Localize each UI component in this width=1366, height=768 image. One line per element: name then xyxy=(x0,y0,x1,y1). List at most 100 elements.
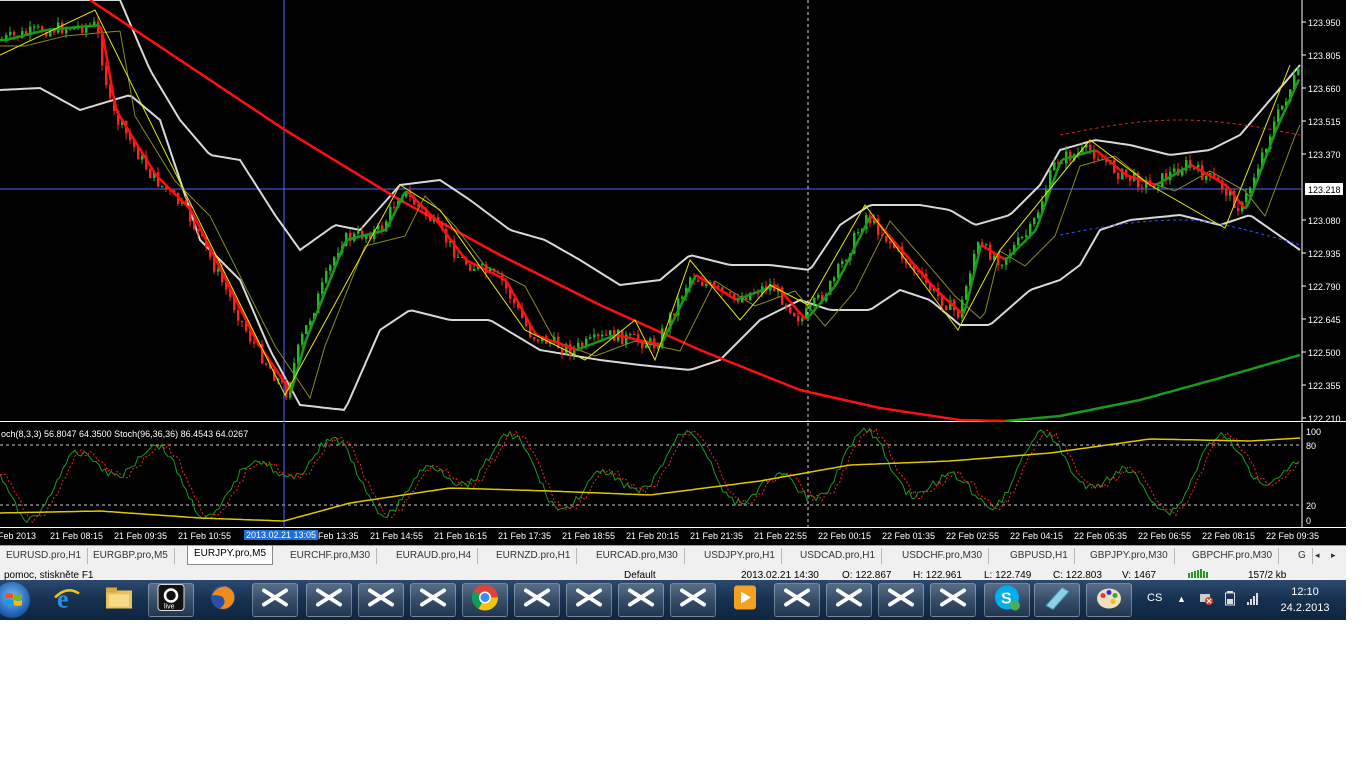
paint-taskbar-button[interactable] xyxy=(1086,583,1132,617)
candle-body xyxy=(325,270,328,283)
chart-tab[interactable]: EURAUD.pro,H4 xyxy=(390,548,479,564)
chart-tab[interactable]: EURUSD.pro,H1 xyxy=(0,548,89,564)
show-hidden-icons-icon[interactable]: ▲ xyxy=(1177,594,1186,604)
xtrade-icon xyxy=(939,587,967,614)
chart-tab[interactable]: G xyxy=(1292,548,1313,564)
chart-tab[interactable]: EURNZD.pro,H1 xyxy=(490,548,578,564)
chart-tab[interactable]: GBPJPY.pro,M30 xyxy=(1084,548,1175,564)
fast-ma-segment xyxy=(1220,181,1225,185)
fast-ma-segment xyxy=(130,135,137,142)
candle-body xyxy=(457,256,460,258)
xtrade-taskbar-button[interactable] xyxy=(358,583,404,617)
xtrade-taskbar-button[interactable] xyxy=(878,583,924,617)
fast-ma-segment xyxy=(617,334,622,338)
internet-explorer-taskbar-button[interactable]: e xyxy=(44,583,90,617)
fast-ma-segment xyxy=(497,274,502,279)
candle-body xyxy=(1089,144,1092,150)
chart-tab[interactable]: EURGBP.pro,M5 xyxy=(87,548,175,564)
fast-ma-segment xyxy=(500,276,505,281)
xtrade-taskbar-button[interactable] xyxy=(826,583,872,617)
time-label: 22 Feb 02:55 xyxy=(946,531,1000,541)
current-price-label: 123.218 xyxy=(1308,185,1341,195)
media-player-taskbar-button[interactable] xyxy=(722,583,768,617)
xtrade-taskbar-button[interactable] xyxy=(670,583,716,617)
xtrade-taskbar-button[interactable] xyxy=(774,583,820,617)
xtrade-taskbar-button[interactable] xyxy=(306,583,352,617)
xtrade-icon xyxy=(367,587,395,614)
chart-tab[interactable]: EURCAD.pro,M30 xyxy=(590,548,685,564)
fast-ma-segment xyxy=(319,294,326,303)
fast-ma-segment xyxy=(17,35,22,39)
fast-ma-segment xyxy=(722,290,727,295)
xtrade-taskbar-button[interactable] xyxy=(514,583,560,617)
chart-tabs: ◂ ▸ EURUSD.pro,H1 EURGBP.pro,M5 EURJPY.pro… xyxy=(0,545,1346,566)
candle-body xyxy=(793,313,796,317)
fast-ma-segment xyxy=(620,334,625,338)
fast-ma-segment xyxy=(596,339,601,344)
candle-body xyxy=(1117,172,1120,179)
fast-ma-segment xyxy=(337,249,344,258)
chart-tab[interactable]: EURCHF.pro,M30 xyxy=(284,548,378,564)
xtrade-taskbar-button[interactable] xyxy=(566,583,612,617)
chart-tab[interactable]: GBPUSD,H1 xyxy=(1004,548,1075,564)
fast-ma-segment xyxy=(626,336,631,340)
fast-ma-segment xyxy=(749,292,754,296)
tab-scroll-right-icon[interactable]: ▸ xyxy=(1331,550,1336,561)
price-chart[interactable]: 123.950 123.805 123.660 123.515 123.370 123.2… xyxy=(0,0,1346,422)
fast-ma-segment xyxy=(514,297,521,305)
time-label: 21 Feb 17:35 xyxy=(498,531,552,541)
chrome-taskbar-button[interactable] xyxy=(462,583,508,617)
notepad-taskbar-button[interactable] xyxy=(1034,583,1080,617)
fast-ma-segment xyxy=(1067,155,1072,160)
time-label: Feb 2013 xyxy=(0,531,37,541)
fast-ma-segment xyxy=(1127,174,1132,178)
network-disconnected-icon[interactable] xyxy=(1198,590,1214,609)
fast-ma-segment xyxy=(545,337,550,342)
live-taskbar-button[interactable]: live xyxy=(148,583,194,617)
chart-tab[interactable]: USDCAD.pro,H1 xyxy=(794,548,883,564)
candle-body xyxy=(69,29,72,31)
fast-ma-segment xyxy=(485,268,490,273)
skype-taskbar-button[interactable]: S xyxy=(984,583,1030,617)
fast-ma-segment xyxy=(526,319,533,327)
xtrade-taskbar-button[interactable] xyxy=(618,583,664,617)
fast-ma-segment xyxy=(298,350,305,362)
candle-body xyxy=(569,344,572,356)
battery-icon[interactable] xyxy=(1224,590,1236,609)
fast-ma-segment xyxy=(8,37,13,41)
fast-ma-segment xyxy=(1208,174,1213,179)
candle-body xyxy=(1025,235,1028,237)
chart-tab[interactable]: USDJPY.pro,H1 xyxy=(698,548,782,564)
stochastic-chart[interactable]: 100 80 20 0 och(8,3,3) 56.8047 64.3500 Stoch… xyxy=(0,423,1346,528)
fast-ma-segment xyxy=(365,233,370,237)
fast-ma-segment xyxy=(719,288,724,293)
fast-ma-segment xyxy=(440,225,445,232)
candle-body xyxy=(697,280,700,282)
fast-ma-segment xyxy=(908,257,913,263)
start-button[interactable] xyxy=(0,582,30,618)
fast-ma-segment xyxy=(791,302,796,308)
xtrade-taskbar-button[interactable] xyxy=(252,583,298,617)
fast-ma-segment xyxy=(551,339,556,344)
fast-ma-segment xyxy=(638,338,643,342)
system-clock[interactable]: 12:10 24.2.2013 xyxy=(1270,584,1340,616)
chart-tab[interactable]: GBPCHF.pro,M30 xyxy=(1186,548,1280,564)
firefox-taskbar-button[interactable] xyxy=(200,583,246,617)
xtrade-taskbar-button[interactable] xyxy=(930,583,976,617)
price-label: 123.805 xyxy=(1308,51,1341,61)
file-explorer-taskbar-button[interactable] xyxy=(96,583,142,617)
tab-scroll-left-icon[interactable]: ◂ xyxy=(1315,550,1320,561)
candle-body xyxy=(473,269,476,271)
chart-tab[interactable]: USDCHF.pro,M30 xyxy=(896,548,990,564)
fast-ma-segment xyxy=(590,342,595,346)
fast-ma-segment xyxy=(1205,172,1210,177)
signal-strength-icon[interactable] xyxy=(1246,590,1262,609)
fast-ma-segment xyxy=(511,292,518,299)
status-low: L: 122.749 xyxy=(984,570,1032,580)
candle-body xyxy=(593,334,596,338)
fast-ma-segment xyxy=(560,343,565,347)
xtrade-taskbar-button[interactable] xyxy=(410,583,456,617)
fast-ma-segment xyxy=(274,369,281,375)
chart-tab[interactable]: EURJPY.pro,M5 xyxy=(187,546,274,565)
language-indicator[interactable]: CS xyxy=(1147,592,1162,604)
